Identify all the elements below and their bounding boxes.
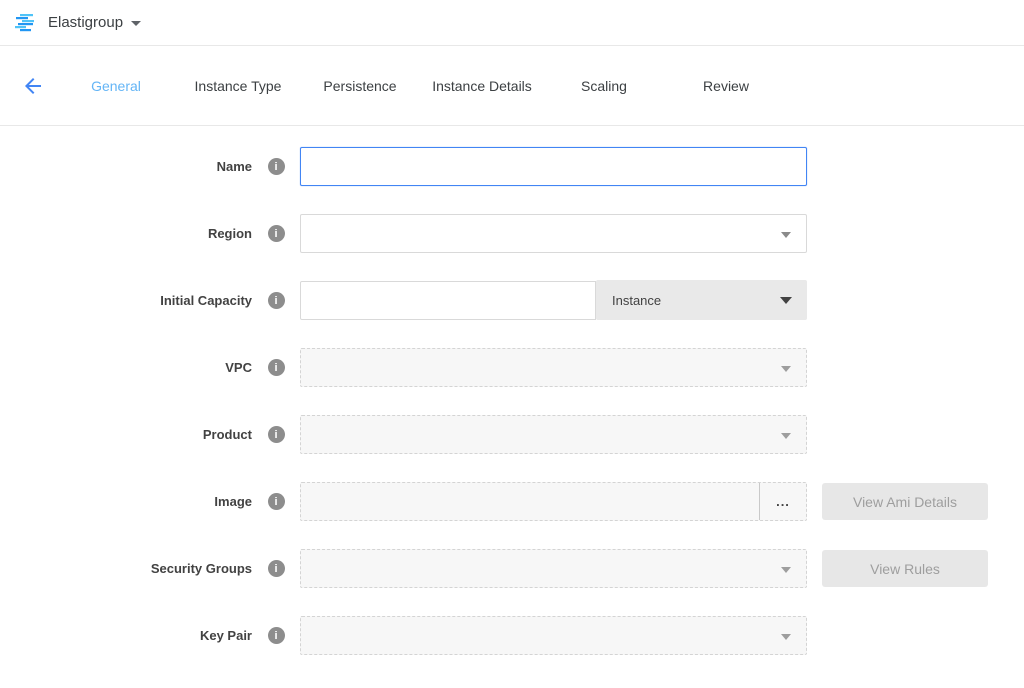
tab-review[interactable]: Review <box>665 78 787 94</box>
chevron-down-icon[interactable] <box>131 21 141 26</box>
info-icon[interactable]: i <box>268 560 285 577</box>
info-icon[interactable]: i <box>268 225 285 242</box>
security-groups-field-label: Security Groups <box>0 561 252 576</box>
info-icon[interactable]: i <box>268 426 285 443</box>
tab-instance-details[interactable]: Instance Details <box>421 78 543 94</box>
region-field-label: Region <box>0 226 252 241</box>
initial-capacity-field-label: Initial Capacity <box>0 293 252 308</box>
tab-general[interactable]: General <box>55 78 177 94</box>
arrow-left-icon <box>21 74 45 98</box>
initial-capacity-input[interactable] <box>300 281 596 320</box>
info-icon[interactable]: i <box>268 292 285 309</box>
name-field-row: Name i <box>0 147 1024 186</box>
image-field-label: Image <box>0 494 252 509</box>
general-settings-form: Name i Region i Initial Capacity i Insta… <box>0 126 1024 655</box>
vpc-field-label: VPC <box>0 360 252 375</box>
chevron-down-icon <box>781 366 791 372</box>
browse-ellipsis-button[interactable]: ... <box>759 483 806 520</box>
vpc-field-row: VPC i <box>0 348 1024 387</box>
product-field-row: Product i <box>0 415 1024 454</box>
product-select[interactable] <box>300 415 807 454</box>
back-button[interactable] <box>20 74 46 100</box>
image-field-row: Image i ... View Ami Details <box>0 482 1024 521</box>
chevron-down-icon <box>781 567 791 573</box>
region-field-row: Region i <box>0 214 1024 253</box>
name-input[interactable] <box>300 147 807 186</box>
security-groups-field-row: Security Groups i View Rules <box>0 549 1024 588</box>
name-field-label: Name <box>0 159 252 174</box>
app-switcher-label[interactable]: Elastigroup <box>48 14 123 31</box>
chevron-down-icon <box>781 634 791 640</box>
wizard-tabs: General Instance Type Persistence Instan… <box>55 78 787 94</box>
key-pair-field-row: Key Pair i <box>0 616 1024 655</box>
view-ami-details-button[interactable]: View Ami Details <box>822 483 988 520</box>
capacity-unit-value: Instance <box>612 293 661 308</box>
product-field-label: Product <box>0 427 252 442</box>
chevron-down-icon <box>780 297 792 304</box>
tab-persistence[interactable]: Persistence <box>299 78 421 94</box>
chevron-down-icon <box>781 232 791 238</box>
initial-capacity-field-row: Initial Capacity i Instance <box>0 281 1024 320</box>
tab-scaling[interactable]: Scaling <box>543 78 665 94</box>
info-icon[interactable]: i <box>268 627 285 644</box>
elastigroup-logo-icon <box>14 11 38 35</box>
key-pair-select[interactable] <box>300 616 807 655</box>
wizard-tab-bar: General Instance Type Persistence Instan… <box>0 46 1024 126</box>
key-pair-field-label: Key Pair <box>0 628 252 643</box>
top-bar: Elastigroup <box>0 0 1024 46</box>
view-rules-button[interactable]: View Rules <box>822 550 988 587</box>
tab-instance-type[interactable]: Instance Type <box>177 78 299 94</box>
security-groups-select[interactable] <box>300 549 807 588</box>
chevron-down-icon <box>781 433 791 439</box>
info-icon[interactable]: i <box>268 158 285 175</box>
vpc-select[interactable] <box>300 348 807 387</box>
info-icon[interactable]: i <box>268 359 285 376</box>
region-select[interactable] <box>300 214 807 253</box>
image-input[interactable]: ... <box>300 482 807 521</box>
capacity-unit-select[interactable]: Instance <box>596 280 807 320</box>
info-icon[interactable]: i <box>268 493 285 510</box>
